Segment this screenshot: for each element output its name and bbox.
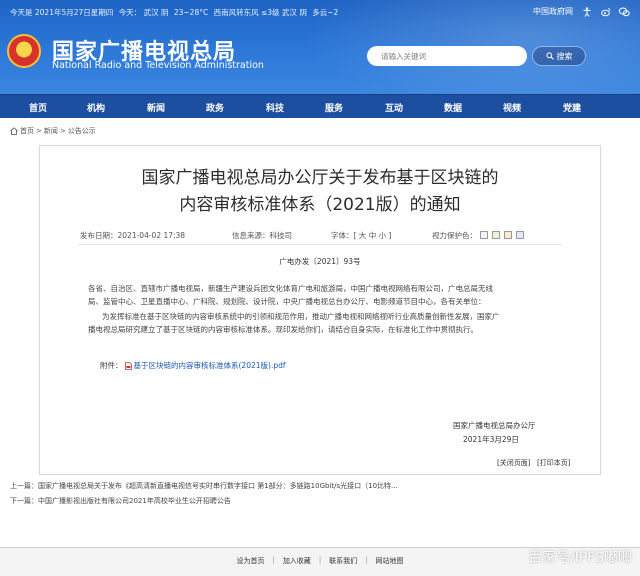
article-paragraph-addressees: 各省、自治区、直辖市广播电视局，新疆生产建设兵团文化体育广电和旅游局，中国广播电… [88, 282, 552, 308]
breadcrumb-home[interactable]: 首页 [20, 126, 34, 136]
nav-item-org[interactable]: 机构 [87, 101, 105, 114]
font-size-switch[interactable]: 字体：[ 大 中 小 ] [331, 230, 391, 241]
nav-item-party[interactable]: 党建 [563, 101, 581, 114]
paragraph-line: 播电视总局研究建立了基于区块链的内容审核标准体系。现印发给你们，请结合自身实际，… [88, 325, 478, 334]
close-page-link[interactable]: [关闭页面] [497, 458, 530, 468]
date-text: 今天是 2021年5月27日星期四 [10, 8, 114, 17]
article-paragraph-body: 为发挥标准在基于区块链的内容审核系统中的引领和规范作用，推动广播电视和网络视听行… [88, 310, 552, 336]
eye-color-swatch-yellow[interactable] [504, 231, 512, 239]
nav-item-service[interactable]: 服务 [325, 101, 343, 114]
temperature-today: 23~28°C [173, 8, 209, 17]
article-title-line2: 内容审核标准体系（2021版）的通知 [179, 195, 461, 215]
nav-item-data[interactable]: 数据 [444, 101, 462, 114]
attachment-label: 附件： [100, 361, 123, 370]
temperature-tomorrow: 多云~2 [312, 8, 339, 17]
print-page-link[interactable]: [打印本页] [537, 458, 570, 468]
nav-item-news[interactable]: 新闻 [147, 101, 165, 114]
date-weather: 今天是 2021年5月27日星期四 今天： 武汉 阴 23~28°C 西南风转东… [10, 7, 341, 18]
nav-item-affairs[interactable]: 政务 [206, 101, 224, 114]
info-source: 信息来源：科技司 [232, 231, 292, 240]
meta-divider [78, 244, 562, 245]
watermark-text: 百家号/IPFS嘟唧 [528, 550, 632, 566]
paragraph-line: 局、监管中心、卫星直播中心、广科院、规划院、设计院，中央广播电视总台办公厅、电影… [88, 297, 486, 306]
national-emblem-logo[interactable]: ★ [7, 34, 41, 68]
top-info-bar: 今天是 2021年5月27日星期四 今天： 武汉 阴 23~28°C 西南风转东… [0, 4, 640, 20]
nav-item-video[interactable]: 视频 [503, 101, 521, 114]
previous-article-link[interactable]: 上一篇：国家广播电视总局关于发布《超高清新直播电视信号实时串行数字接口 第1部分… [10, 481, 398, 491]
eye-color-swatch-white[interactable] [480, 231, 488, 239]
search-button[interactable]: 搜索 [532, 46, 586, 66]
footer-link-contact[interactable]: 联系我们 [329, 556, 357, 566]
footer-separator: | [318, 556, 322, 564]
attachment-link[interactable]: 基于区块链的内容审核标准体系(2021版).pdf [134, 360, 286, 371]
nav-item-interact[interactable]: 互动 [385, 101, 403, 114]
footer-link-homepage[interactable]: 设为首页 [236, 556, 264, 566]
eye-color-swatch-green[interactable] [492, 231, 500, 239]
pdf-file-icon [124, 361, 132, 370]
gov-site-link[interactable]: 中国政府网 [533, 6, 573, 17]
paragraph-line: 各省、自治区、直辖市广播电视局，新疆生产建设兵团文化体育广电和旅游局，中国广播电… [88, 284, 493, 293]
search-icon [545, 52, 554, 60]
signing-organization: 国家广播电视总局办公厅 [453, 421, 536, 430]
wechat-icon[interactable] [619, 6, 630, 17]
article-title-line1: 国家广播电视总局办公厅关于发布基于区块链的 [141, 168, 499, 188]
footer-separator: | [272, 556, 275, 564]
publish-date: 发布日期：2021-04-02 17:38 [80, 231, 186, 240]
breadcrumb-news[interactable]: 新闻 [44, 126, 58, 136]
home-icon [10, 127, 18, 135]
signing-date: 2021年3月29日 [463, 435, 519, 444]
weibo-icon[interactable] [600, 6, 611, 17]
weather-tomorrow: 西南风转东风 ≤3级 武汉 阴 [213, 8, 307, 17]
paragraph-line: 为发挥标准在基于区块链的内容审核系统中的引领和规范作用，推动广播电视和网络视听行… [102, 312, 500, 321]
attachment-row: 附件： 基于区块链的内容审核标准体系(2021版).pdf [100, 360, 285, 371]
site-title-en: National Radio and Television Administra… [52, 60, 264, 71]
footer-separator: | [365, 556, 368, 564]
document-number: 广电办发〔2021〕93号 [279, 257, 361, 266]
main-nav: 首页 机构 新闻 政务 科技 服务 互动 数据 视频 党建 [0, 94, 640, 118]
search-input[interactable] [367, 46, 527, 66]
site-header: 今天是 2021年5月27日星期四 今天： 武汉 阴 23~28°C 西南风转东… [0, 0, 640, 94]
top-links: 中国政府网 [533, 6, 630, 17]
breadcrumb-separator: > [36, 127, 42, 135]
weather-today: 今天： 武汉 阴 [118, 8, 169, 17]
nav-item-tech[interactable]: 科技 [266, 101, 284, 114]
search-button-label: 搜索 [556, 51, 573, 61]
footer-link-sitemap[interactable]: 网站地图 [376, 556, 404, 566]
eye-protect-label: 视力保护色： [432, 231, 477, 240]
next-article-link[interactable]: 下一篇：中国广播影视出版社有限公司2021年高校毕业生公开招聘公告 [10, 496, 231, 506]
accessibility-icon[interactable] [581, 6, 592, 17]
breadcrumb-separator: > [59, 127, 66, 135]
breadcrumb: 首页 > 新闻 > 公告公示 [10, 126, 96, 136]
eye-color-swatch-blue[interactable] [516, 231, 524, 239]
breadcrumb-notices[interactable]: 公告公示 [68, 126, 96, 136]
nav-item-home[interactable]: 首页 [29, 101, 47, 114]
footer-link-favorites[interactable]: 加入收藏 [283, 556, 311, 566]
